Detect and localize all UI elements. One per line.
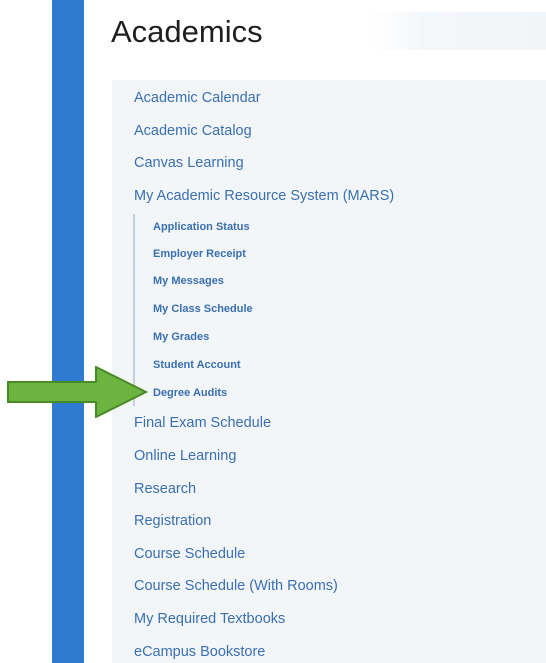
menu-item-ecampus-bookstore[interactable]: eCampus Bookstore	[134, 642, 265, 662]
menu-item-online-learning[interactable]: Online Learning	[134, 446, 236, 466]
menu-item-registration[interactable]: Registration	[134, 511, 211, 531]
title-fade-decoration	[370, 12, 546, 50]
menu-item-research[interactable]: Research	[134, 479, 196, 499]
submenu-item-my-class-schedule[interactable]: My Class Schedule	[153, 301, 253, 317]
menu-item-course-schedule-with-rooms[interactable]: Course Schedule (With Rooms)	[134, 576, 338, 596]
menu-item-final-exam-schedule[interactable]: Final Exam Schedule	[134, 413, 271, 433]
submenu-item-degree-audits[interactable]: Degree Audits	[153, 385, 227, 401]
left-accent-bar	[52, 0, 84, 663]
submenu-item-application-status[interactable]: Application Status	[153, 219, 250, 235]
menu-item-academic-catalog[interactable]: Academic Catalog	[134, 121, 252, 141]
submenu-item-student-account[interactable]: Student Account	[153, 357, 241, 373]
menu-item-my-required-textbooks[interactable]: My Required Textbooks	[134, 609, 285, 629]
menu-item-academic-calendar[interactable]: Academic Calendar	[134, 88, 261, 108]
submenu-item-my-grades[interactable]: My Grades	[153, 329, 209, 345]
menu-item-mars[interactable]: My Academic Resource System (MARS)	[134, 186, 394, 206]
submenu-item-my-messages[interactable]: My Messages	[153, 273, 224, 289]
submenu-item-employer-receipt[interactable]: Employer Receipt	[153, 246, 246, 262]
menu-item-course-schedule[interactable]: Course Schedule	[134, 544, 245, 564]
arrow-right-icon	[7, 366, 149, 418]
page: Academics Academic Calendar Academic Cat…	[0, 0, 546, 663]
menu-item-canvas-learning[interactable]: Canvas Learning	[134, 153, 244, 173]
page-title: Academics	[111, 14, 263, 49]
